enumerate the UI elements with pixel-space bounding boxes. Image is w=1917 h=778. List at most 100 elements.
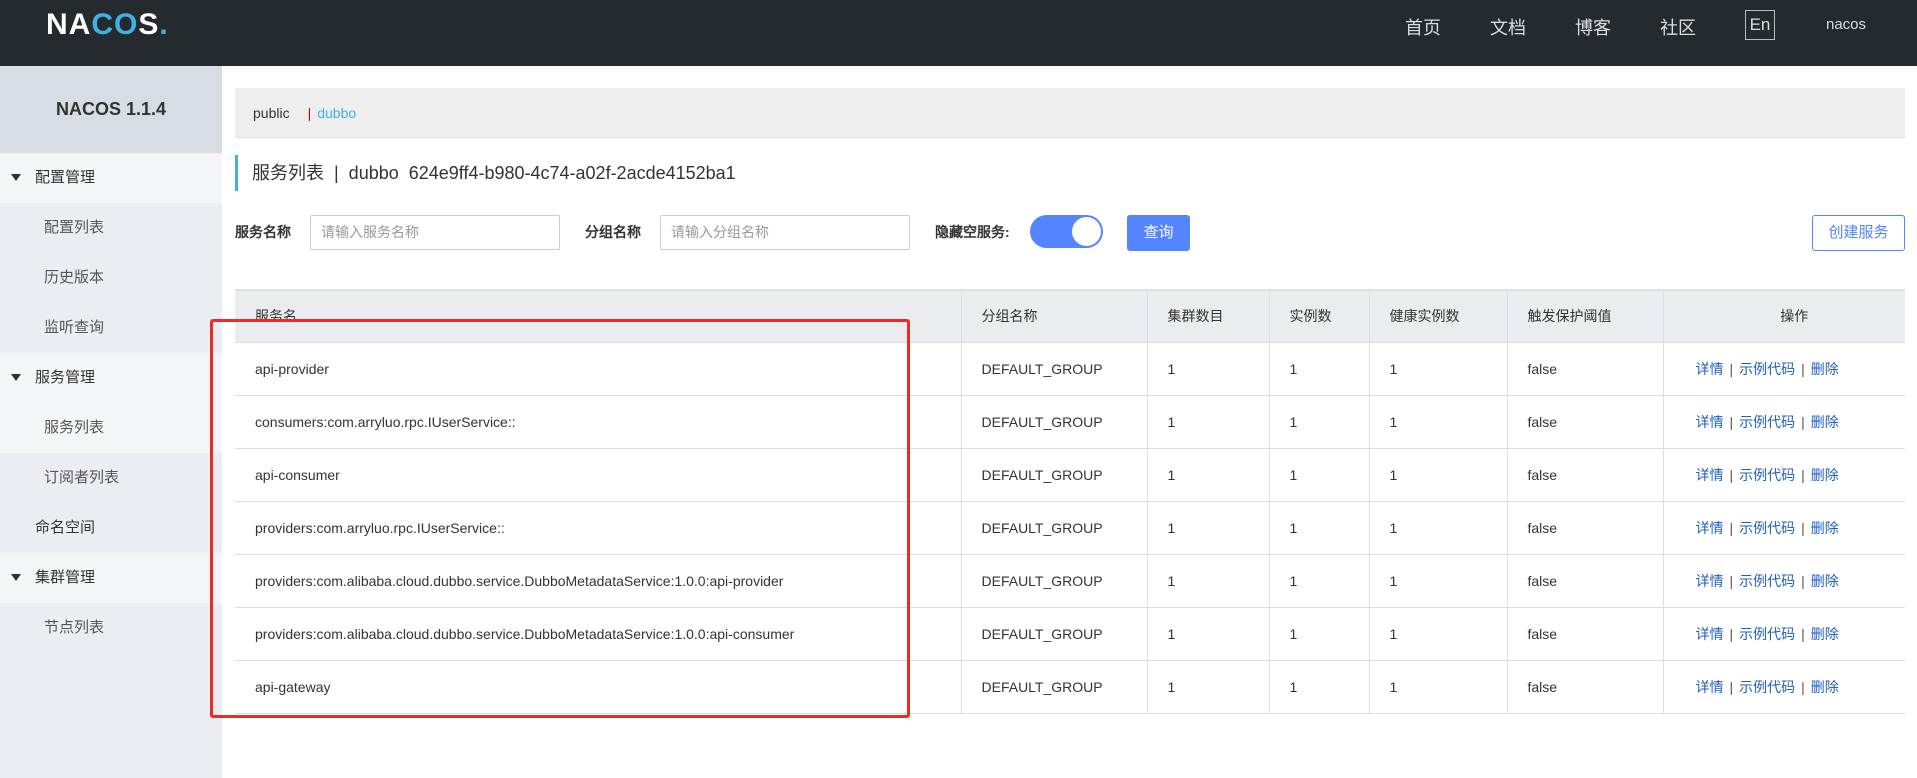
delete-link[interactable]: 删除 [1811, 626, 1839, 642]
separator: | [1801, 413, 1805, 430]
detail-link[interactable]: 详情 [1696, 467, 1724, 483]
nav-home[interactable]: 首页 [1405, 14, 1441, 40]
sidebar-group-config[interactable]: 配置管理 [0, 153, 222, 203]
table-row: api-gateway DEFAULT_GROUP 1 1 1 false 详情 | 示例代码 |… [235, 659, 1905, 714]
cluster-count-cell: 1 [1147, 447, 1270, 502]
service-name-cell: api-consumer [235, 447, 962, 502]
sample-code-link[interactable]: 示例代码 [1739, 679, 1795, 695]
sample-code-link[interactable]: 示例代码 [1739, 467, 1795, 483]
protect-threshold-cell: false [1507, 553, 1664, 608]
separator: | [1801, 360, 1805, 377]
detail-link[interactable]: 详情 [1696, 573, 1724, 589]
detail-link[interactable]: 详情 [1696, 520, 1724, 536]
service-name-label: 服务名称 [235, 224, 291, 240]
group-name-input[interactable]: 请输入分组名称 [660, 215, 910, 250]
separator: | [1729, 678, 1734, 695]
nacos-logo[interactable]: NACOS. [46, 8, 169, 42]
sidebar-item-service-list[interactable]: 服务列表 [0, 403, 222, 453]
detail-link[interactable]: 详情 [1696, 679, 1724, 695]
sample-code-link[interactable]: 示例代码 [1739, 414, 1795, 430]
sidebar-group-cluster[interactable]: 集群管理 [0, 553, 222, 603]
nav-blog[interactable]: 博客 [1575, 14, 1611, 40]
group-name-cell: DEFAULT_GROUP [961, 553, 1148, 608]
service-name-cell: api-gateway [235, 659, 962, 714]
sample-code-link[interactable]: 示例代码 [1739, 626, 1795, 642]
nav-docs[interactable]: 文档 [1490, 14, 1526, 40]
sidebar-group-service[interactable]: 服务管理 [0, 353, 222, 403]
table-row: api-provider DEFAULT_GROUP 1 1 1 false 详情 | 示例代码… [235, 341, 1905, 396]
delete-link[interactable]: 删除 [1811, 414, 1839, 430]
instance-count-cell: 1 [1269, 553, 1370, 608]
cluster-count-cell: 1 [1147, 659, 1270, 714]
actions-cell: 详情 | 示例代码 | 删除 [1663, 606, 1905, 661]
protect-threshold-cell: false [1507, 659, 1664, 714]
column-header: 实例数 [1269, 289, 1370, 342]
detail-link[interactable]: 详情 [1696, 626, 1724, 642]
instance-count-cell: 1 [1269, 500, 1370, 555]
sidebar-item-subscribers[interactable]: 订阅者列表 [0, 453, 222, 503]
sidebar-item-listener[interactable]: 监听查询 [0, 303, 222, 353]
service-name-cell: consumers:com.arryluo.rpc.IUserService:: [235, 394, 962, 449]
table-row: consumers:com.arryluo.rpc.IUserService::… [235, 394, 1905, 449]
namespace-public[interactable]: public [253, 105, 290, 121]
group-name-label: 分组名称 [585, 224, 641, 240]
protect-threshold-cell: false [1507, 341, 1664, 396]
table-row: providers:com.alibaba.cloud.dubbo.servic… [235, 553, 1905, 608]
column-header: 操作 [1663, 289, 1905, 342]
sample-code-link[interactable]: 示例代码 [1739, 573, 1795, 589]
delete-link[interactable]: 删除 [1811, 467, 1839, 483]
instance-count-cell: 1 [1269, 606, 1370, 661]
hide-empty-label: 隐藏空服务: [935, 224, 1010, 240]
column-header: 集群数目 [1147, 289, 1270, 342]
cluster-count-cell: 1 [1147, 606, 1270, 661]
sidebar-item-namespace[interactable]: 命名空间 [0, 503, 222, 553]
namespace-dubbo[interactable]: dubbo [317, 105, 356, 121]
hide-empty-toggle[interactable] [1030, 215, 1103, 248]
separator: | [307, 105, 312, 121]
create-service-button[interactable]: 创建服务 [1812, 215, 1905, 251]
sidebar-item-config-list[interactable]: 配置列表 [0, 203, 222, 253]
sidebar-item-nodes[interactable]: 节点列表 [0, 603, 222, 653]
cluster-count-cell: 1 [1147, 553, 1270, 608]
instance-count-cell: 1 [1269, 659, 1370, 714]
query-button[interactable]: 查询 [1127, 215, 1190, 251]
separator: | [1729, 466, 1734, 483]
service-name-cell: providers:com.alibaba.cloud.dubbo.servic… [235, 606, 962, 661]
healthy-count-cell: 1 [1369, 553, 1508, 608]
table-row: api-consumer DEFAULT_GROUP 1 1 1 false 详情 | 示例代码… [235, 447, 1905, 502]
detail-link[interactable]: 详情 [1696, 361, 1724, 377]
user-name[interactable]: nacos [1826, 16, 1866, 33]
healthy-count-cell: 1 [1369, 394, 1508, 449]
sample-code-link[interactable]: 示例代码 [1739, 520, 1795, 536]
service-name-cell: api-provider [235, 341, 962, 396]
separator: | [1801, 678, 1805, 695]
delete-link[interactable]: 删除 [1811, 679, 1839, 695]
delete-link[interactable]: 删除 [1811, 573, 1839, 589]
separator: | [1801, 519, 1805, 536]
separator: | [1729, 572, 1734, 589]
separator: | [1801, 572, 1805, 589]
top-bar: NACOS. 首页 文档 博客 社区 En nacos [0, 0, 1917, 66]
delete-link[interactable]: 删除 [1811, 361, 1839, 377]
sidebar-item-history[interactable]: 历史版本 [0, 253, 222, 303]
column-header: 服务名 [235, 289, 962, 342]
group-name-cell: DEFAULT_GROUP [961, 500, 1148, 555]
actions-cell: 详情 | 示例代码 | 删除 [1663, 659, 1905, 714]
service-name-input[interactable]: 请输入服务名称 [310, 215, 560, 250]
table-row: providers:com.alibaba.cloud.dubbo.servic… [235, 606, 1905, 661]
protect-threshold-cell: false [1507, 500, 1664, 555]
delete-link[interactable]: 删除 [1811, 520, 1839, 536]
protect-threshold-cell: false [1507, 394, 1664, 449]
column-header: 健康实例数 [1369, 289, 1508, 342]
version-label: NACOS 1.1.4 [0, 66, 222, 153]
group-name-cell: DEFAULT_GROUP [961, 606, 1148, 661]
column-header: 触发保护阈值 [1507, 289, 1664, 342]
group-name-cell: DEFAULT_GROUP [961, 394, 1148, 449]
language-toggle[interactable]: En [1745, 10, 1775, 40]
service-name-cell: providers:com.alibaba.cloud.dubbo.servic… [235, 553, 962, 608]
detail-link[interactable]: 详情 [1696, 414, 1724, 430]
sample-code-link[interactable]: 示例代码 [1739, 361, 1795, 377]
healthy-count-cell: 1 [1369, 341, 1508, 396]
nav-community[interactable]: 社区 [1660, 14, 1696, 40]
group-name-cell: DEFAULT_GROUP [961, 659, 1148, 714]
